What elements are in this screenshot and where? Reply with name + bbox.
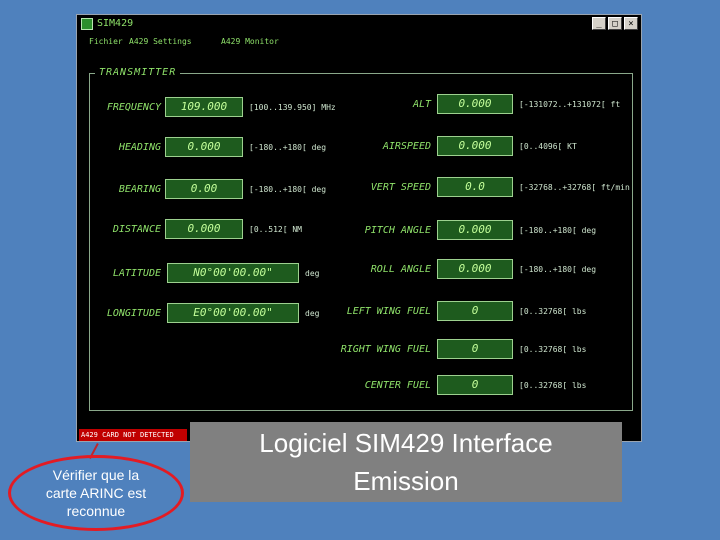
menu-fichier[interactable]: Fichier [89, 37, 123, 46]
right-wing-fuel-label: RIGHT WING FUEL [340, 344, 431, 355]
center-fuel-range: [0..32768[ lbs [519, 381, 587, 390]
longitude-label: LONGITUDE [106, 308, 161, 319]
card-status-badge: A429 CARD NOT DETECTED [79, 429, 187, 441]
alt-range: [-131072..+131072[ ft [519, 100, 621, 109]
alt-label: ALT [412, 99, 431, 110]
caption-text: Logiciel SIM429 Interface Emission [259, 428, 553, 496]
distance-label: DISTANCE [112, 224, 161, 235]
latitude-unit: deg [305, 269, 320, 278]
menu-bar: Fichier A429 Settings A429 Monitor [77, 35, 641, 49]
transmitter-title: TRANSMITTER [95, 67, 181, 78]
heading-label: HEADING [118, 142, 161, 153]
distance-range: [0..512[ NM [249, 225, 302, 234]
close-button[interactable]: × [624, 17, 638, 30]
roll-angle-label: ROLL ANGLE [370, 264, 431, 275]
menu-a429-monitor[interactable]: A429 Monitor [221, 37, 279, 46]
longitude-unit: deg [305, 309, 320, 318]
vert-speed-field[interactable]: 0.0 [437, 177, 513, 197]
center-fuel-field[interactable]: 0 [437, 375, 513, 395]
left-wing-fuel-field[interactable]: 0 [437, 301, 513, 321]
latitude-label: LATITUDE [112, 268, 161, 279]
longitude-field[interactable]: E0°00'00.00" [167, 303, 299, 323]
bearing-label: BEARING [118, 184, 161, 195]
callout-ellipse: Vérifier que la carte ARINC est reconnue [8, 455, 184, 531]
airspeed-label: AIRSPEED [382, 141, 431, 152]
app-icon [81, 18, 93, 30]
pitch-angle-field[interactable]: 0.000 [437, 220, 513, 240]
bearing-range: [-180..+180[ deg [249, 185, 327, 194]
right-wing-fuel-field[interactable]: 0 [437, 339, 513, 359]
airspeed-field[interactable]: 0.000 [437, 136, 513, 156]
menu-a429-settings[interactable]: A429 Settings [129, 37, 192, 46]
pitch-angle-label: PITCH ANGLE [364, 225, 431, 236]
title-bar: SIM429 _ □ × [77, 15, 641, 33]
roll-angle-range: [-180..+180[ deg [519, 265, 597, 274]
right-wing-fuel-range: [0..32768[ lbs [519, 345, 587, 354]
bearing-field[interactable]: 0.00 [165, 179, 243, 199]
frequency-label: FREQUENCY [106, 102, 161, 113]
left-wing-fuel-label: LEFT WING FUEL [346, 306, 431, 317]
vert-speed-label: VERT SPEED [370, 182, 431, 193]
maximize-button[interactable]: □ [608, 17, 622, 30]
transmitter-group [89, 73, 633, 411]
frequency-field[interactable]: 109.000 [165, 97, 243, 117]
minimize-button[interactable]: _ [592, 17, 606, 30]
sim429-window: SIM429 _ □ × Fichier A429 Settings A429 … [76, 14, 642, 442]
center-fuel-label: CENTER FUEL [364, 380, 431, 391]
latitude-field[interactable]: N0°00'00.00" [167, 263, 299, 283]
window-title: SIM429 [97, 18, 134, 29]
alt-field[interactable]: 0.000 [437, 94, 513, 114]
callout-text: Vérifier que la carte ARINC est reconnue [45, 467, 147, 519]
heading-field[interactable]: 0.000 [165, 137, 243, 157]
caption-box: Logiciel SIM429 Interface Emission [190, 422, 622, 502]
pitch-angle-range: [-180..+180[ deg [519, 226, 597, 235]
airspeed-range: [0..4096[ KT [519, 142, 577, 151]
distance-field[interactable]: 0.000 [165, 219, 243, 239]
roll-angle-field[interactable]: 0.000 [437, 259, 513, 279]
heading-range: [-180..+180[ deg [249, 143, 327, 152]
left-wing-fuel-range: [0..32768[ lbs [519, 307, 587, 316]
vert-speed-range: [-32768..+32768[ ft/min [519, 183, 630, 192]
